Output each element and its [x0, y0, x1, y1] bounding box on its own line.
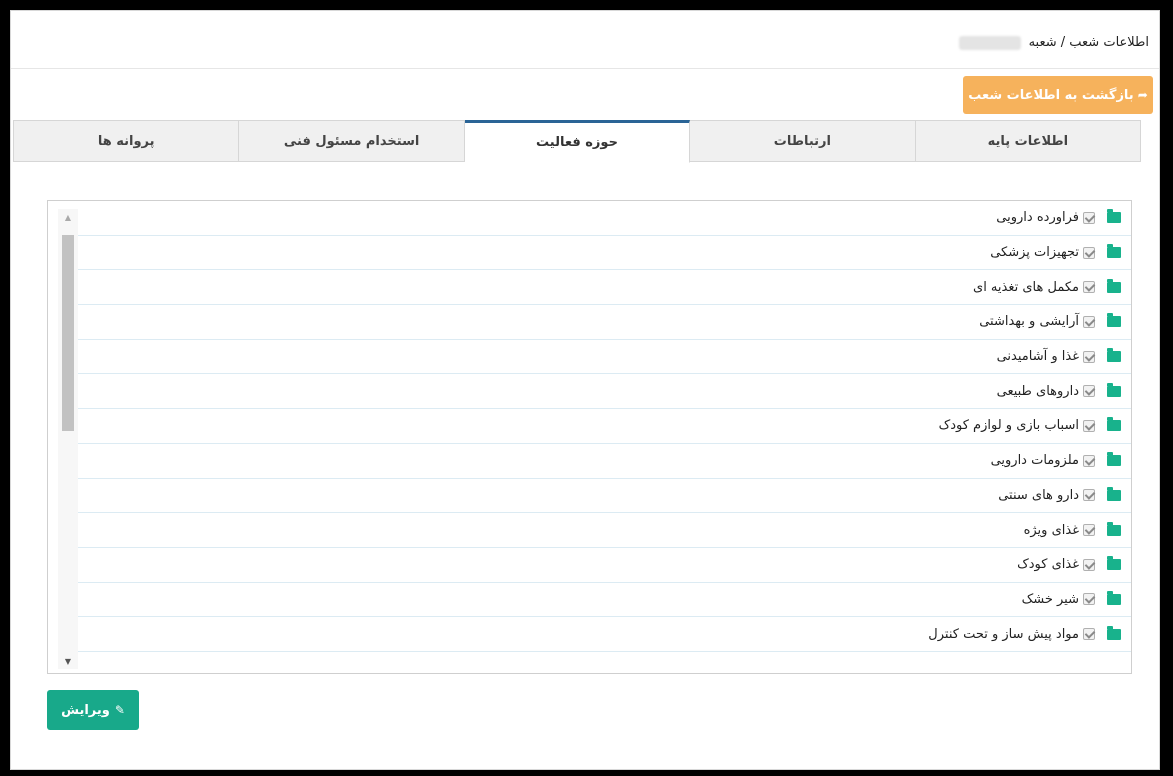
- activity-checkbox[interactable]: [1083, 315, 1095, 328]
- activity-checkbox[interactable]: [1083, 454, 1095, 467]
- tab-licenses[interactable]: پروانه ها: [12, 120, 240, 162]
- folder-icon: [1107, 452, 1121, 467]
- list-item[interactable]: فراورده دارویی: [78, 201, 1131, 236]
- scroll-down-arrow-icon[interactable]: ▼: [58, 653, 78, 669]
- tab-label: استخدام مسئول فنی: [283, 133, 420, 149]
- activity-checkbox[interactable]: [1083, 211, 1095, 224]
- tab-label: اطلاعات پایه: [987, 133, 1069, 149]
- vertical-scrollbar[interactable]: ▲ ▼: [58, 209, 78, 669]
- activity-label: آرایشی و بهداشتی: [979, 314, 1079, 330]
- activity-checkbox[interactable]: [1083, 385, 1095, 398]
- list-item[interactable]: اسباب بازی و لوازم کودک: [78, 409, 1131, 444]
- folder-icon: [1107, 313, 1121, 328]
- activity-checkbox[interactable]: [1083, 350, 1095, 363]
- edit-button[interactable]: ✎ ویرایش: [47, 690, 139, 730]
- folder-icon: [1107, 556, 1121, 571]
- breadcrumb: اطلاعات شعب / شعبه: [958, 35, 1149, 50]
- activity-label: داروهای طبیعی: [996, 383, 1079, 399]
- folder-icon: [1107, 244, 1121, 259]
- folder-icon: [1107, 348, 1121, 363]
- list-item[interactable]: مکمل های تغذیه ای: [78, 270, 1131, 306]
- folder-icon: [1107, 382, 1121, 397]
- folder-icon: [1107, 486, 1121, 501]
- activity-label: ملزومات دارویی: [990, 453, 1079, 469]
- scroll-up-arrow-icon[interactable]: ▲: [58, 209, 78, 225]
- list-item[interactable]: آرایشی و بهداشتی: [78, 305, 1131, 340]
- activity-list: فراورده دارویی تجهیزات پزشکی مکمل های تغذی…: [78, 201, 1131, 673]
- list-item[interactable]: ملزومات دارویی: [78, 444, 1131, 479]
- activity-checkbox[interactable]: [1083, 281, 1095, 294]
- activity-label: تجهیزات پزشکی: [990, 245, 1079, 261]
- breadcrumb-text: اطلاعات شعب / شعبه: [1028, 35, 1149, 50]
- folder-icon: [1107, 209, 1121, 224]
- tab-label: ارتباطات: [773, 133, 831, 149]
- tab-label: حوزه فعالیت: [536, 135, 618, 150]
- activity-checkbox[interactable]: [1083, 419, 1095, 432]
- activity-checkbox[interactable]: [1083, 246, 1095, 259]
- activity-checkbox[interactable]: [1083, 628, 1095, 641]
- tab-communications[interactable]: ارتباطات: [690, 120, 916, 162]
- activity-label: فراورده دارویی: [996, 210, 1079, 226]
- activity-checkbox[interactable]: [1083, 489, 1095, 502]
- activity-tree-panel: ▲ ▼ فراورده دارویی تجهیزات پزشکی مکمل های …: [47, 200, 1132, 674]
- folder-icon: [1107, 590, 1121, 605]
- redacted-branch-name: [958, 35, 1021, 50]
- activity-label: مکمل های تغذیه ای: [973, 279, 1079, 295]
- activity-checkbox[interactable]: [1083, 593, 1095, 606]
- scrollbar-thumb[interactable]: [62, 235, 74, 431]
- edit-button-label: ویرایش: [61, 702, 110, 718]
- list-item[interactable]: غذای کودک: [78, 548, 1131, 583]
- activity-label: مواد پیش ساز و تحت کنترل: [928, 626, 1079, 642]
- list-item[interactable]: تجهیزات پزشکی: [78, 236, 1131, 271]
- tab-bar: اطلاعات پایه ارتباطات حوزه فعالیت استخدا…: [12, 120, 1141, 163]
- list-item[interactable]: غذای ویژه: [78, 513, 1131, 548]
- tab-label: پروانه ها: [97, 133, 155, 149]
- activity-label: غذای ویژه: [1023, 522, 1079, 538]
- folder-icon: [1107, 417, 1121, 432]
- activity-checkbox[interactable]: [1083, 558, 1095, 571]
- activity-checkbox[interactable]: [1083, 524, 1095, 537]
- folder-icon: [1107, 625, 1121, 640]
- pencil-icon: ✎: [114, 703, 125, 717]
- activity-label: اسباب بازی و لوازم کودک: [938, 418, 1079, 434]
- tab-basic-info[interactable]: اطلاعات پایه: [915, 120, 1141, 162]
- list-item[interactable]: مواد پیش ساز و تحت کنترل: [78, 617, 1131, 652]
- list-item[interactable]: داروهای طبیعی: [78, 374, 1131, 410]
- activity-label: دارو های سنتی: [998, 487, 1079, 503]
- activity-label: غذای کودک: [1017, 557, 1079, 573]
- activity-label: شیر خشک: [1021, 591, 1079, 607]
- folder-icon: [1107, 278, 1121, 293]
- page-header: اطلاعات شعب / شعبه: [11, 11, 1159, 69]
- tab-technical-manager[interactable]: استخدام مسئول فنی: [239, 120, 465, 162]
- list-item[interactable]: غذا و آشامیدنی: [78, 340, 1131, 375]
- share-arrow-icon: ➦: [1137, 88, 1148, 102]
- list-item[interactable]: شیر خشک: [78, 583, 1131, 618]
- list-item[interactable]: دارو های سنتی: [78, 479, 1131, 514]
- back-button-label: بازگشت به اطلاعات شعب: [968, 87, 1134, 103]
- activity-label: غذا و آشامیدنی: [996, 349, 1079, 365]
- back-to-branches-button[interactable]: ➦ بازگشت به اطلاعات شعب: [963, 76, 1153, 114]
- tab-activity-scope[interactable]: حوزه فعالیت: [464, 120, 691, 163]
- folder-icon: [1107, 521, 1121, 536]
